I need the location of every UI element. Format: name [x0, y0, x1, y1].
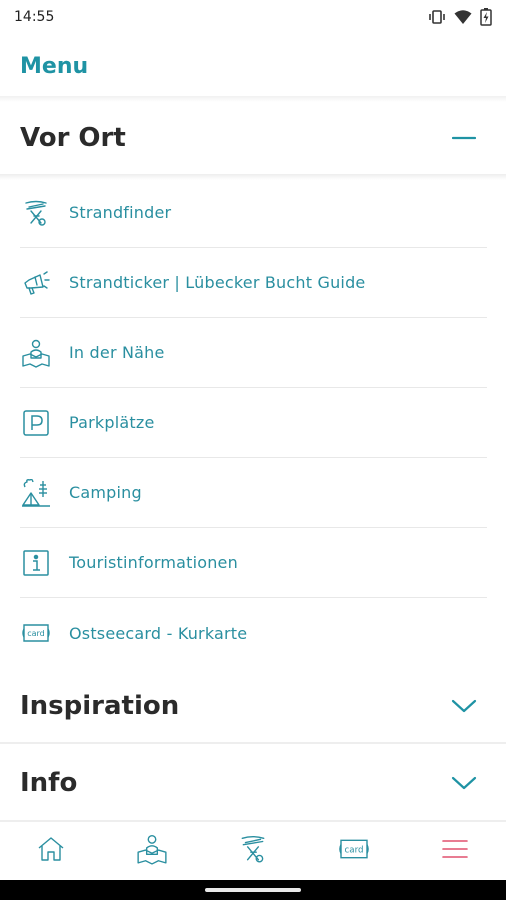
section-title-vor-ort: Vor Ort	[20, 123, 126, 153]
parking-icon	[20, 407, 52, 439]
battery-charging-icon	[480, 8, 492, 26]
section-title-info: Info	[20, 768, 78, 798]
svg-text:card: card	[27, 629, 45, 638]
bottom-navigation: card	[0, 822, 506, 880]
vor-ort-list: Strandfinder Strandticker | Lübecker Buc…	[20, 178, 487, 668]
page-title: Menu	[20, 53, 89, 79]
megaphone-icon	[20, 267, 52, 299]
minus-icon[interactable]	[442, 116, 486, 160]
menu-item-strandfinder[interactable]: Strandfinder	[20, 178, 487, 248]
beach-chair-icon	[20, 197, 52, 229]
section-title-inspiration: Inspiration	[20, 691, 180, 721]
system-gesture-bar	[0, 880, 506, 900]
menu-item-touristinformationen[interactable]: Touristinformationen	[20, 528, 487, 598]
menu-item-label: Camping	[69, 483, 142, 502]
vibrate-icon	[428, 9, 446, 25]
menu-item-label: Ostseecard - Kurkarte	[69, 623, 248, 643]
person-map-icon	[20, 337, 52, 369]
menu-item-label: Strandticker | Lübecker Bucht Guide	[69, 273, 366, 292]
chevron-down-icon[interactable]	[442, 761, 486, 805]
beach-chair-icon	[238, 834, 268, 868]
camping-tent-icon	[20, 477, 52, 509]
menu-item-label: In der Nähe	[69, 343, 165, 362]
nav-menu[interactable]	[405, 822, 506, 880]
menu-item-label: Touristinformationen	[69, 553, 238, 572]
card-icon: card	[20, 617, 52, 649]
section-divider	[0, 742, 506, 744]
person-map-icon	[136, 833, 168, 869]
home-icon	[37, 835, 65, 867]
menu-item-label: Parkplätze	[69, 413, 155, 432]
info-icon	[20, 547, 52, 579]
card-icon: card	[337, 836, 371, 866]
menu-item-camping[interactable]: Camping	[20, 458, 487, 528]
section-inspiration[interactable]: Inspiration	[0, 668, 506, 744]
menu-item-in-der-naehe[interactable]: In der Nähe	[20, 318, 487, 388]
section-vor-ort[interactable]: Vor Ort	[0, 102, 506, 174]
section-info[interactable]: Info	[0, 746, 506, 820]
menu-item-strandticker[interactable]: Strandticker | Lübecker Bucht Guide	[20, 248, 487, 318]
nav-card[interactable]: card	[304, 822, 405, 880]
menu-item-label: Strandfinder	[69, 203, 172, 222]
menu-item-parkplaetze[interactable]: Parkplätze	[20, 388, 487, 458]
nav-beach[interactable]	[202, 822, 303, 880]
wifi-icon	[454, 9, 472, 25]
home-gesture-handle[interactable]	[205, 888, 301, 892]
status-icons	[428, 8, 492, 26]
chevron-down-icon[interactable]	[442, 684, 486, 728]
status-time: 14:55	[14, 9, 55, 25]
nav-nearby[interactable]	[101, 822, 202, 880]
menu-item-ostseecard[interactable]: card Ostseecard - Kurkarte	[20, 598, 487, 668]
nav-home[interactable]	[0, 822, 101, 880]
menu-header: Menu	[0, 34, 506, 98]
status-bar: 14:55	[0, 0, 506, 34]
hamburger-menu-icon	[441, 838, 469, 864]
svg-text:card: card	[345, 845, 364, 855]
